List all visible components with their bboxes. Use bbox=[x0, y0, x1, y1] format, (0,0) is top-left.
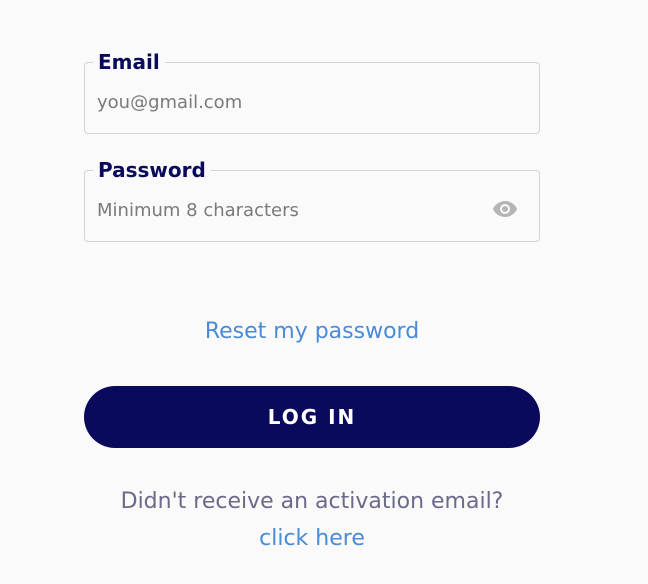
show-password-toggle[interactable] bbox=[491, 195, 519, 223]
resend-activation-link[interactable]: click here bbox=[84, 523, 540, 555]
login-page: Email Password Reset my password LOG IN … bbox=[0, 0, 648, 584]
password-field-container: Password bbox=[84, 158, 540, 242]
reset-password-link[interactable]: Reset my password bbox=[84, 316, 540, 348]
activation-prompt: Didn't receive an activation email? bbox=[120, 489, 504, 514]
login-button[interactable]: LOG IN bbox=[84, 386, 540, 448]
password-input[interactable] bbox=[97, 197, 477, 223]
email-label: Email bbox=[93, 50, 165, 74]
email-input[interactable] bbox=[97, 89, 477, 115]
email-field-container: Email bbox=[84, 50, 540, 134]
password-label: Password bbox=[93, 158, 211, 182]
eye-icon bbox=[493, 201, 517, 217]
